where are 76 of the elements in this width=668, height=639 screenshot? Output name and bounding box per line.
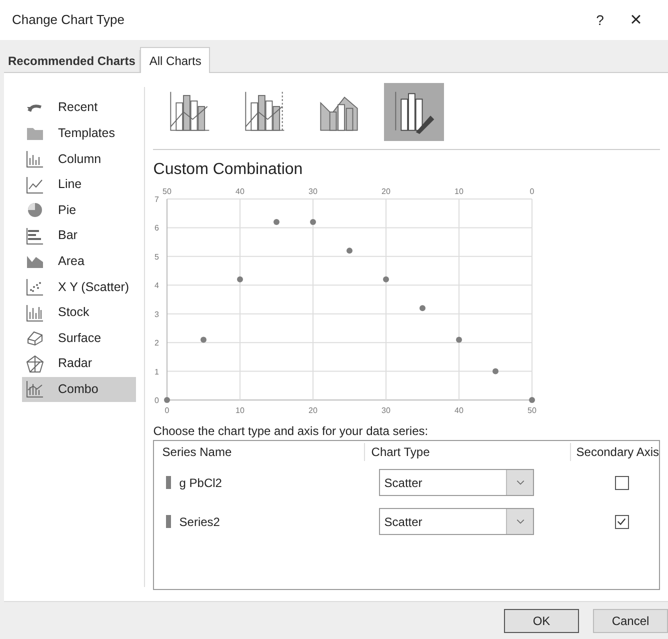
axis-tick-label: 7 bbox=[154, 195, 160, 204]
series-table-caption: Choose the chart type and axis for your data series: bbox=[153, 423, 430, 440]
axis-tick-label: 10 bbox=[454, 187, 464, 196]
data-point bbox=[420, 305, 426, 312]
data-point bbox=[274, 218, 280, 225]
chart-type-dropdown[interactable]: Scatter bbox=[379, 469, 534, 496]
axis-tick-label: 4 bbox=[154, 281, 160, 290]
chart-type-item[interactable]: Recent bbox=[22, 95, 136, 121]
axis-tick-label: 0 bbox=[165, 406, 170, 415]
column-chart-icon bbox=[26, 150, 44, 168]
chart-type-item[interactable]: Radar bbox=[22, 350, 136, 377]
axis-tick-label: 50 bbox=[528, 406, 537, 415]
axis-tick-label: 1 bbox=[154, 367, 160, 376]
axis-tick-label: 30 bbox=[382, 406, 391, 415]
axis-tick-label: 40 bbox=[454, 406, 464, 415]
chart-type-item[interactable]: Area bbox=[22, 248, 136, 274]
chevron-down-icon bbox=[516, 519, 525, 524]
column-header: Chart Type bbox=[364, 443, 570, 461]
clustered-column-line-icon bbox=[167, 90, 212, 134]
bar-chart-icon bbox=[26, 226, 44, 245]
tab[interactable]: All Charts bbox=[140, 47, 210, 73]
axis-tick-label: 30 bbox=[308, 187, 318, 196]
combo-chart-icon bbox=[26, 380, 44, 398]
chart-type-item[interactable]: Pie bbox=[22, 197, 136, 223]
data-point bbox=[200, 336, 207, 343]
dialog-button[interactable]: Cancel bbox=[593, 608, 668, 632]
axis-tick-label: 20 bbox=[308, 406, 318, 415]
axis-tick-label: 20 bbox=[382, 187, 391, 196]
secondary-axis-checkbox[interactable] bbox=[614, 476, 629, 490]
line-chart-icon bbox=[26, 176, 44, 194]
chart-type-item[interactable]: Stock bbox=[22, 300, 136, 326]
series-name: Series2 bbox=[179, 514, 220, 530]
scatter-chart-icon bbox=[26, 278, 44, 296]
data-point bbox=[310, 218, 316, 225]
axis-tick-label: 3 bbox=[154, 310, 160, 319]
stock-chart-icon bbox=[26, 304, 44, 322]
secondary-axis-checkbox[interactable] bbox=[614, 514, 629, 528]
axis-tick-label: 5 bbox=[154, 252, 160, 262]
data-point bbox=[346, 248, 353, 254]
chart-type-item[interactable]: Column bbox=[22, 146, 136, 172]
radar-chart-icon bbox=[26, 354, 44, 373]
data-point bbox=[456, 336, 462, 343]
chart-type-item[interactable]: Combo bbox=[22, 376, 136, 402]
chart-type-item[interactable]: X Y (Scatter) bbox=[22, 274, 136, 300]
chevron-down-icon bbox=[516, 480, 525, 485]
axis-tick-label: 2 bbox=[154, 338, 160, 348]
column-line-secondary-axis-icon bbox=[242, 90, 286, 134]
window-title: Change Chart Type bbox=[12, 11, 124, 30]
data-point bbox=[529, 397, 536, 403]
chart-type-item[interactable]: Line bbox=[22, 172, 136, 198]
column-header: Secondary Axis bbox=[570, 443, 659, 461]
surface-chart-icon bbox=[26, 329, 44, 348]
chart-type-dropdown[interactable]: Scatter bbox=[379, 508, 534, 535]
series-name: g PbCl2 bbox=[179, 474, 222, 492]
checkmark-icon bbox=[616, 516, 628, 527]
chart-type-item[interactable]: Surface bbox=[22, 325, 136, 351]
chart-type-item[interactable]: Bar bbox=[22, 222, 136, 249]
axis-tick-label: 6 bbox=[154, 224, 160, 233]
axis-tick-label: 0 bbox=[530, 187, 534, 196]
column-header: Series Name bbox=[161, 444, 233, 461]
data-point bbox=[237, 276, 244, 282]
axis-tick-label: 10 bbox=[236, 406, 245, 415]
axis-tick-label: 0 bbox=[154, 396, 160, 405]
preview-title: Custom Combination bbox=[153, 160, 304, 180]
dialog-button[interactable]: OK bbox=[504, 608, 579, 632]
chart-type-item[interactable]: Templates bbox=[22, 120, 136, 146]
axis-tick-label: 50 bbox=[162, 187, 172, 196]
data-point bbox=[383, 276, 390, 282]
data-point bbox=[492, 368, 499, 374]
help-button[interactable]: ? bbox=[584, 10, 616, 30]
pie-chart-icon bbox=[26, 201, 44, 220]
column-pencil-icon bbox=[392, 90, 436, 134]
axis-tick-label: 40 bbox=[236, 187, 245, 196]
chart-style-option[interactable] bbox=[384, 83, 444, 141]
data-point bbox=[164, 397, 170, 403]
close-button[interactable]: × bbox=[616, 10, 656, 30]
